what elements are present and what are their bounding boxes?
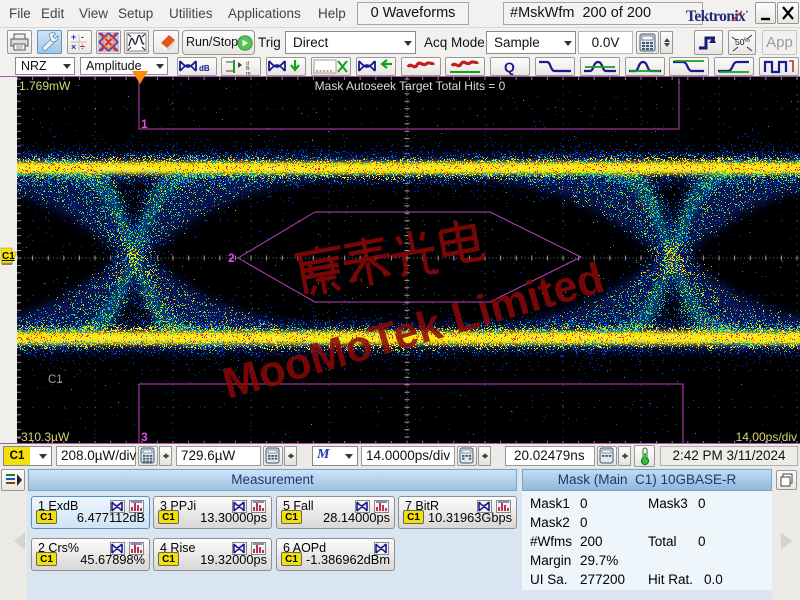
svg-text:1: 1 [141, 117, 148, 131]
svg-text:%: % [744, 37, 750, 44]
svg-text:1.769mW: 1.769mW [19, 79, 71, 93]
svg-text:2: 2 [228, 251, 235, 265]
svg-text:Q: Q [504, 59, 515, 75]
svg-text:dB: dB [199, 64, 210, 73]
svg-text:÷: ÷ [80, 42, 85, 52]
svg-text:C1: C1 [48, 374, 63, 386]
svg-text:-: - [81, 32, 84, 42]
svg-text:+: + [71, 32, 76, 42]
svg-text:m: m [246, 71, 251, 75]
svg-text:C1: C1 [2, 251, 15, 262]
svg-text:14.00ps/div: 14.00ps/div [736, 430, 797, 444]
svg-text:3: 3 [141, 430, 148, 444]
svg-text:Mask Autoseek Target Total Hit: Mask Autoseek Target Total Hits = 0 [315, 79, 506, 93]
svg-text:-310.3µW: -310.3µW [17, 430, 70, 444]
svg-text:×: × [71, 42, 76, 52]
